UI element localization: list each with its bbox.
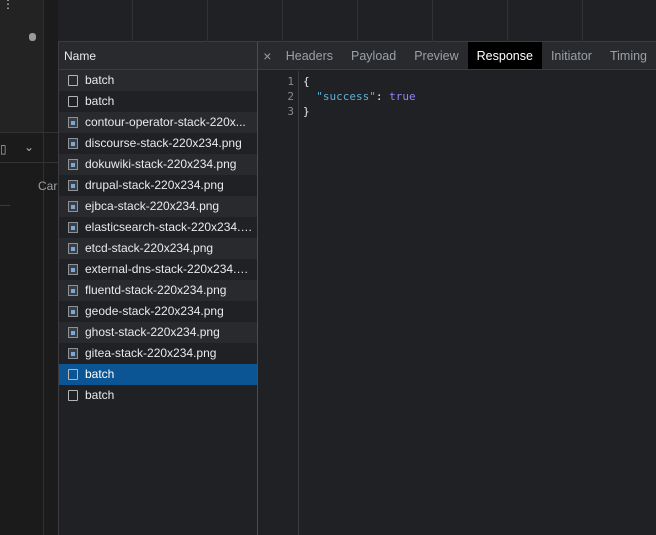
request-detail-panel: × Headers Payload Preview Response Initiator… — [258, 42, 656, 535]
line-number: 1 — [287, 75, 294, 88]
response-viewer: 1 2 3 { "success": true} — [258, 71, 656, 535]
grid-line — [207, 0, 208, 42]
image-file-icon — [68, 327, 78, 338]
request-name: contour-operator-stack-220x... — [85, 115, 246, 129]
request-row[interactable]: ejbca-stack-220x234.png — [59, 196, 257, 217]
tab-timing[interactable]: Timing — [601, 42, 656, 69]
code-line: { — [303, 75, 310, 88]
tab-payload[interactable]: Payload — [342, 42, 405, 69]
json-separator: : — [375, 90, 390, 103]
image-file-icon — [68, 348, 78, 359]
request-list: Name batch batch contour-operator-stack-22… — [58, 42, 258, 535]
tab-response[interactable]: Response — [467, 42, 542, 69]
request-name: drupal-stack-220x234.png — [85, 178, 224, 192]
request-row[interactable]: etcd-stack-220x234.png — [59, 238, 257, 259]
request-name: fluentd-stack-220x234.png — [85, 283, 227, 297]
request-name: batch — [85, 388, 115, 402]
divider — [0, 205, 10, 206]
request-name: batch — [85, 367, 115, 381]
image-file-icon — [68, 159, 78, 170]
request-name: elasticsearch-stack-220x234.p... — [85, 220, 253, 234]
left-panel-block — [0, 0, 43, 132]
detail-tabs: × Headers Payload Preview Response Initiator… — [258, 42, 656, 70]
divider — [43, 0, 44, 535]
request-name: dokuwiki-stack-220x234.png — [85, 157, 237, 171]
name-column-header[interactable]: Name — [59, 42, 257, 70]
scroll-thumb[interactable] — [29, 33, 36, 41]
line-number: 3 — [287, 105, 294, 118]
request-name: gitea-stack-220x234.png — [85, 346, 217, 360]
request-row[interactable]: ghost-stack-220x234.png — [59, 322, 257, 343]
grid-line — [582, 0, 583, 42]
request-row[interactable]: elasticsearch-stack-220x234.p... — [59, 217, 257, 238]
code-line: "success": true — [303, 90, 416, 103]
document-icon — [68, 369, 78, 380]
request-name: geode-stack-220x234.png — [85, 304, 224, 318]
code-line: } — [303, 105, 310, 118]
request-row[interactable]: gitea-stack-220x234.png — [59, 343, 257, 364]
divider — [0, 162, 58, 163]
request-row[interactable]: drupal-stack-220x234.png — [59, 175, 257, 196]
image-file-icon — [68, 222, 78, 233]
tab-headers[interactable]: Headers — [277, 42, 342, 69]
grid-line — [282, 0, 283, 42]
image-file-icon — [68, 243, 78, 254]
request-row[interactable]: batch — [59, 70, 257, 91]
request-rows: batch batch contour-operator-stack-220x...… — [59, 70, 257, 406]
partial-label: Car — [38, 179, 58, 193]
request-name: external-dns-stack-220x234.p... — [85, 262, 253, 276]
request-name: etcd-stack-220x234.png — [85, 241, 214, 255]
grid-line — [432, 0, 433, 42]
grid-line — [357, 0, 358, 42]
request-name: discourse-stack-220x234.png — [85, 136, 242, 150]
request-row[interactable]: contour-operator-stack-220x... — [59, 112, 257, 133]
request-row[interactable]: batch — [59, 385, 257, 406]
document-icon — [68, 96, 78, 107]
chevron-down-icon[interactable]: ⌄ — [24, 140, 34, 154]
request-row[interactable]: external-dns-stack-220x234.p... — [59, 259, 257, 280]
tab-initiator[interactable]: Initiator — [542, 42, 601, 69]
image-file-icon — [68, 180, 78, 191]
line-number: 2 — [287, 90, 294, 103]
more-vert-icon[interactable]: ⋮ — [2, 0, 14, 10]
request-name: ghost-stack-220x234.png — [85, 325, 220, 339]
request-row[interactable]: discourse-stack-220x234.png — [59, 133, 257, 154]
tab-preview[interactable]: Preview — [405, 42, 467, 69]
waterfall-header — [58, 0, 656, 42]
document-icon — [68, 390, 78, 401]
json-value: true — [389, 90, 416, 103]
grid-line — [132, 0, 133, 42]
image-file-icon — [68, 285, 78, 296]
image-file-icon — [68, 264, 78, 275]
request-name: batch — [85, 73, 115, 87]
divider — [0, 132, 58, 133]
collapse-icon[interactable]: ▯ — [0, 142, 7, 156]
request-row[interactable]: batch — [59, 91, 257, 112]
image-file-icon — [68, 138, 78, 149]
grid-line — [507, 0, 508, 42]
json-key: "success" — [316, 90, 376, 103]
image-file-icon — [68, 201, 78, 212]
line-number-gutter: 1 2 3 — [258, 71, 299, 535]
request-row[interactable]: dokuwiki-stack-220x234.png — [59, 154, 257, 175]
image-file-icon — [68, 306, 78, 317]
page-fragment-left: ⋮ ▯ ⌄ Car — [0, 0, 58, 535]
request-name: batch — [85, 94, 115, 108]
request-row[interactable]: fluentd-stack-220x234.png — [59, 280, 257, 301]
image-file-icon — [68, 117, 78, 128]
close-icon[interactable]: × — [258, 42, 277, 69]
request-name: ejbca-stack-220x234.png — [85, 199, 220, 213]
request-row[interactable]: geode-stack-220x234.png — [59, 301, 257, 322]
request-row[interactable]: batch — [59, 364, 257, 385]
document-icon — [68, 75, 78, 86]
